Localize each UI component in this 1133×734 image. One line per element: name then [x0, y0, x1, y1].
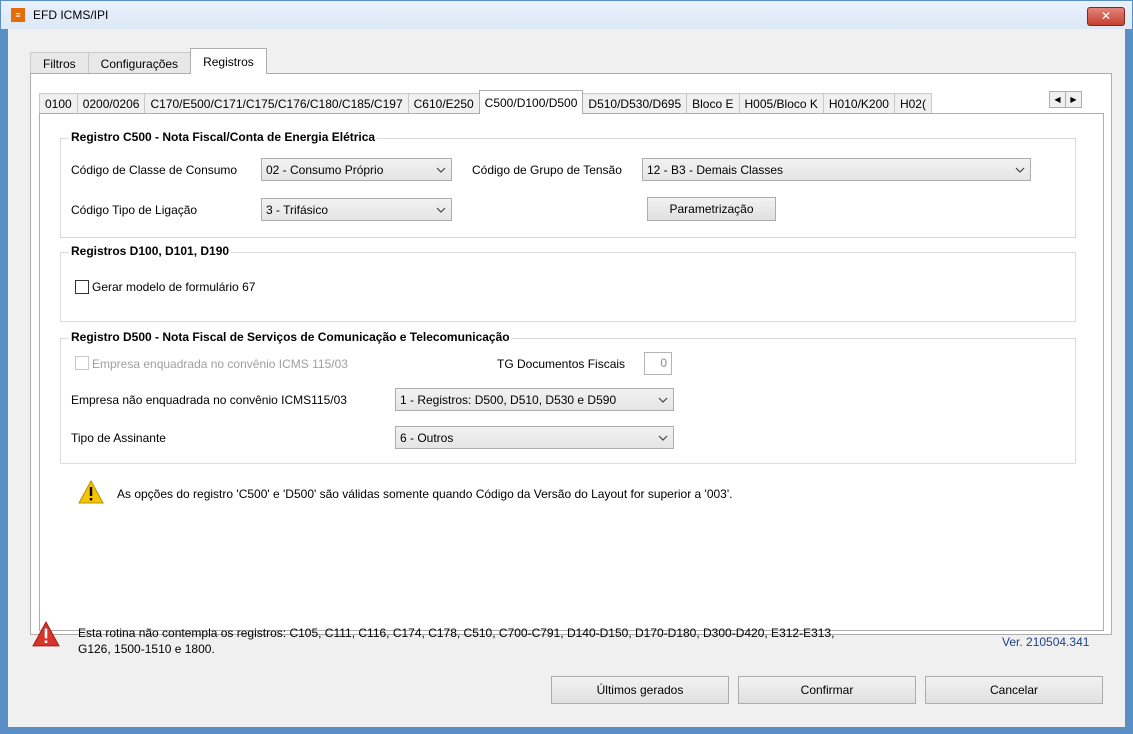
chevron-down-icon	[653, 389, 673, 410]
client-area: Filtros Configurações Registros 0100 020…	[8, 29, 1125, 727]
grupo-tensao-label: Código de Grupo de Tensão	[472, 163, 622, 177]
tab-h010-k200[interactable]: H010/K200	[822, 93, 895, 114]
grupo-tensao-value: 12 - B3 - Demais Classes	[647, 162, 784, 177]
tipo-ligacao-value: 3 - Trifásico	[266, 202, 329, 217]
chevron-down-icon	[431, 199, 451, 220]
scroll-right-icon[interactable]: ▶	[1065, 91, 1082, 108]
d500-legend: Registro D500 - Nota Fiscal de Serviços …	[69, 330, 512, 344]
tipo-ligacao-label: Código Tipo de Ligação	[71, 203, 198, 217]
ultimos-gerados-button[interactable]: Últimos gerados	[551, 676, 729, 704]
chevron-down-icon	[1010, 159, 1030, 180]
close-button[interactable]: ✕	[1087, 7, 1125, 26]
parametrizacao-button[interactable]: Parametrização	[647, 197, 776, 221]
c500-legend: Registro C500 - Nota Fiscal/Conta de Ene…	[69, 130, 378, 144]
info-message: As opções do registro 'C500' e 'D500' sã…	[117, 487, 733, 501]
tab-c610-e250[interactable]: C610/E250	[407, 93, 480, 114]
chevron-down-icon	[431, 159, 451, 180]
warning-icon	[78, 480, 104, 504]
registros-panel: 0100 0200/0206 C170/E500/C171/C175/C176/…	[30, 73, 1112, 635]
footer-warning-line2: G126, 1500-1510 e 1800.	[78, 642, 215, 656]
nao-enquadrada-value: 1 - Registros: D500, D510, D530 e D590	[400, 392, 617, 407]
window-title: EFD ICMS/IPI	[33, 8, 109, 22]
nao-enquadrada-select[interactable]: 1 - Registros: D500, D510, D530 e D590	[395, 388, 674, 411]
tab-filtros[interactable]: Filtros	[30, 52, 89, 74]
title-bar: ≡ EFD ICMS/IPI ✕	[1, 1, 1132, 29]
d100-legend: Registros D100, D101, D190	[69, 244, 232, 258]
gerar-modelo-67-label: Gerar modelo de formulário 67	[92, 280, 256, 294]
tab-registros[interactable]: Registros	[190, 48, 267, 74]
tg-documentos-label: TG Documentos Fiscais	[497, 357, 626, 371]
main-tab-strip: Filtros Configurações Registros	[30, 48, 267, 74]
confirmar-button[interactable]: Confirmar	[738, 676, 916, 704]
tg-documentos-input[interactable]: 0	[644, 352, 672, 375]
tab-0100[interactable]: 0100	[39, 93, 78, 114]
nao-enquadrada-label: Empresa não enquadrada no convênio ICMS1…	[71, 393, 347, 407]
cancelar-button[interactable]: Cancelar	[925, 676, 1103, 704]
classe-consumo-label: Código de Classe de Consumo	[71, 163, 238, 177]
classe-consumo-select[interactable]: 02 - Consumo Próprio	[261, 158, 452, 181]
empresa-enquadrada-checkbox[interactable]	[75, 356, 89, 370]
tipo-assinante-select[interactable]: 6 - Outros	[395, 426, 674, 449]
footer-warning-line1: Esta rotina não contempla os registros: …	[78, 626, 835, 640]
window: ≡ EFD ICMS/IPI ✕ Filtros Configurações R…	[0, 0, 1133, 734]
tab-d510[interactable]: D510/D530/D695	[582, 93, 688, 114]
alert-icon	[32, 621, 60, 647]
version-label: Ver. 210504.341	[1002, 635, 1090, 649]
tab-c500-d100-d500[interactable]: C500/D100/D500	[478, 90, 584, 114]
empresa-enquadrada-label: Empresa enquadrada no convênio ICMS 115/…	[92, 357, 348, 371]
tab-scroll-buttons: ◀ ▶	[1049, 91, 1082, 108]
classe-consumo-value: 02 - Consumo Próprio	[266, 162, 384, 177]
tab-0200-0206[interactable]: 0200/0206	[76, 93, 146, 114]
tab-h020[interactable]: H02(	[893, 93, 932, 114]
d500-group: Registro D500 - Nota Fiscal de Serviços …	[60, 330, 1076, 464]
tab-h005-bloco-k[interactable]: H005/Bloco K	[738, 93, 824, 114]
tab-c170[interactable]: C170/E500/C171/C175/C176/C180/C185/C197	[144, 93, 409, 114]
d100-group: Registros D100, D101, D190 Gerar modelo …	[60, 244, 1076, 322]
footer-warning: Esta rotina não contempla os registros: …	[78, 625, 834, 657]
tab-configuracoes[interactable]: Configurações	[87, 52, 192, 74]
grupo-tensao-select[interactable]: 12 - B3 - Demais Classes	[642, 158, 1031, 181]
tipo-assinante-value: 6 - Outros	[400, 430, 454, 445]
app-logo-icon: ≡	[11, 8, 25, 22]
chevron-down-icon	[653, 427, 673, 448]
tab-bloco-e[interactable]: Bloco E	[686, 93, 740, 114]
gerar-modelo-67-checkbox[interactable]	[75, 280, 89, 294]
registros-tab-strip: 0100 0200/0206 C170/E500/C171/C175/C176/…	[39, 90, 1089, 114]
c500-d100-d500-panel: Registro C500 - Nota Fiscal/Conta de Ene…	[39, 113, 1104, 631]
scroll-left-icon[interactable]: ◀	[1049, 91, 1066, 108]
tipo-assinante-label: Tipo de Assinante	[71, 431, 166, 445]
tipo-ligacao-select[interactable]: 3 - Trifásico	[261, 198, 452, 221]
c500-group: Registro C500 - Nota Fiscal/Conta de Ene…	[60, 130, 1076, 238]
